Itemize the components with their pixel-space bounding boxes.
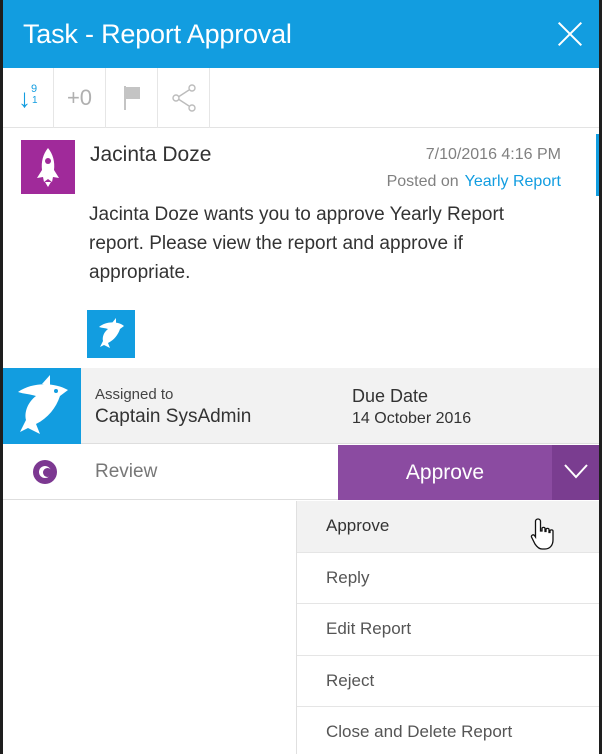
approve-button[interactable]: Approve (338, 445, 552, 500)
task-status: Review (95, 461, 158, 482)
sort-button[interactable]: ↓ 9 1 (3, 68, 54, 128)
author-name: Jacinta Doze (90, 143, 212, 166)
due-date-value: 14 October 2016 (352, 410, 472, 427)
review-status-icon (33, 460, 57, 484)
assignee-avatar (3, 368, 81, 444)
shark-icon (99, 318, 124, 348)
plus-count-button[interactable]: +0 (54, 68, 106, 128)
shark-icon (18, 375, 68, 434)
author-avatar (21, 140, 75, 194)
task-panel: Task - Report Approval ↓ 9 1 +0 Jacinta … (0, 0, 602, 754)
rocket-icon (37, 148, 59, 187)
sort-numeric-icon: ↓ 9 1 (18, 83, 38, 113)
panel-title: Task - Report Approval (23, 18, 292, 49)
posted-on: Posted on Yearly Report (387, 173, 561, 191)
toolbar: ↓ 9 1 +0 (3, 68, 599, 128)
menu-item-close-delete[interactable]: Close and Delete Report (297, 707, 599, 754)
approve-dropdown-toggle[interactable] (552, 445, 599, 500)
assignment-row: Assigned to Captain SysAdmin Due Date 14… (3, 368, 599, 444)
menu-item-reply[interactable]: Reply (297, 553, 599, 604)
posted-on-label: Posted on (386, 173, 459, 190)
share-icon (171, 84, 196, 112)
posted-on-link[interactable]: Yearly Report (465, 173, 561, 190)
menu-item-edit-report[interactable]: Edit Report (297, 604, 599, 656)
post-message: Jacinta Doze wants you to approve Yearly… (89, 204, 505, 283)
post-timestamp: 7/10/2016 4:16 PM (425, 146, 561, 163)
flag-button[interactable] (106, 68, 158, 128)
hand-cursor-icon (530, 518, 554, 550)
plus-count-label: +0 (66, 85, 93, 110)
scroll-indicator[interactable] (596, 134, 599, 196)
action-bar: Review Approve (3, 445, 599, 500)
chevron-down-icon (564, 464, 588, 479)
panel-header: Task - Report Approval (3, 0, 599, 68)
flag-icon (123, 86, 140, 110)
report-attachment[interactable] (87, 310, 135, 358)
assigned-to-label: Assigned to (95, 386, 174, 403)
close-icon[interactable] (553, 17, 587, 51)
task-post: Jacinta Doze 7/10/2016 4:16 PM Posted on… (3, 128, 599, 368)
due-date-label: Due Date (352, 386, 429, 406)
assigned-to-value: Captain SysAdmin (95, 406, 252, 427)
menu-item-reject[interactable]: Reject (297, 656, 599, 707)
share-button[interactable] (158, 68, 210, 128)
